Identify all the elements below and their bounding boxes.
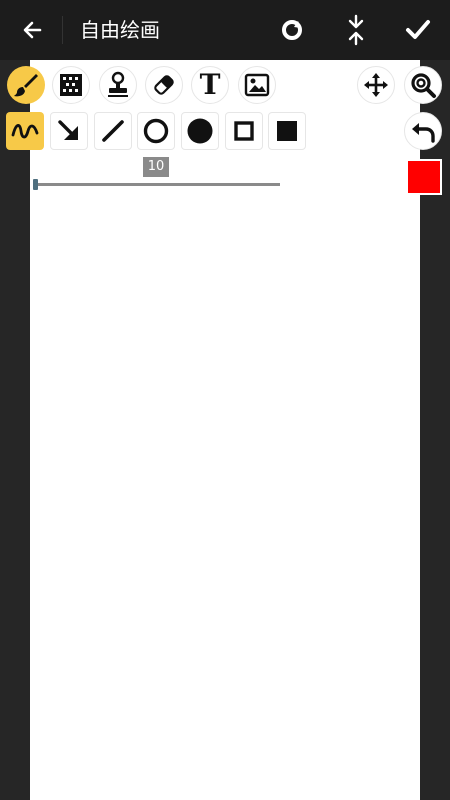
tool-freehand[interactable]	[6, 112, 44, 150]
zoom-button[interactable]	[404, 66, 442, 104]
brush-size-thumb[interactable]	[33, 179, 38, 190]
page-title: 自由绘画	[80, 18, 160, 42]
compress-button[interactable]	[338, 12, 374, 48]
circle-outline-icon	[143, 118, 169, 144]
header-divider	[62, 16, 63, 44]
tool-mosaic[interactable]	[52, 66, 90, 104]
eraser-icon	[154, 75, 174, 95]
tool-text[interactable]: T	[191, 66, 229, 104]
image-icon	[244, 73, 270, 97]
circle-filled-icon	[187, 118, 213, 144]
tool-line[interactable]	[94, 112, 132, 150]
arrow-diagonal-icon	[58, 120, 78, 140]
color-picker-swatch[interactable]	[406, 159, 442, 195]
tool-brush[interactable]	[7, 66, 45, 104]
tool-arrow[interactable]	[50, 112, 88, 150]
tool-stamp[interactable]	[99, 66, 137, 104]
zoom-icon	[411, 73, 436, 98]
undo-button[interactable]	[404, 112, 442, 150]
tool-image[interactable]	[238, 66, 276, 104]
brush-icon	[14, 74, 38, 97]
rotate-button[interactable]	[274, 12, 310, 48]
mosaic-icon	[60, 74, 82, 96]
tool-eraser[interactable]	[145, 66, 183, 104]
tool-square-filled[interactable]	[268, 112, 306, 150]
tool-square-outline[interactable]	[225, 112, 263, 150]
undo-icon	[412, 123, 435, 143]
confirm-button[interactable]	[400, 12, 436, 48]
top-bar: 自由绘画	[0, 0, 450, 60]
move-button[interactable]	[357, 66, 395, 104]
square-outline-icon	[234, 121, 254, 141]
back-button[interactable]	[12, 12, 52, 48]
line-icon	[102, 120, 124, 142]
stamp-icon	[108, 71, 128, 97]
drawing-canvas[interactable]	[30, 60, 420, 800]
arrow-left-icon	[23, 21, 42, 39]
tool-circle-filled[interactable]	[181, 112, 219, 150]
brush-size-label: 10	[143, 157, 169, 177]
square-filled-icon	[277, 121, 297, 141]
brush-size-slider[interactable]	[35, 183, 280, 186]
wave-icon	[11, 124, 39, 139]
text-icon: T	[199, 68, 221, 101]
rotate-icon	[282, 20, 302, 40]
tool-circle-outline[interactable]	[137, 112, 175, 150]
compress-icon	[348, 14, 364, 46]
check-icon	[406, 20, 430, 39]
move-icon	[364, 73, 388, 97]
